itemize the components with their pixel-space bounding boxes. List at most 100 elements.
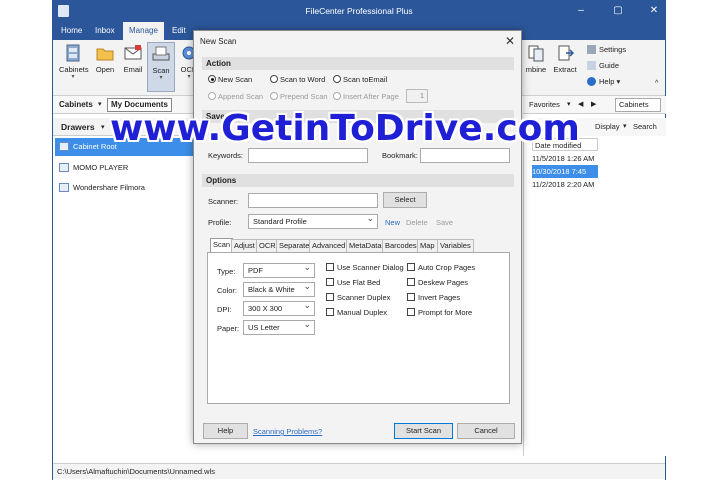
paper-select[interactable]: US Letter <box>243 318 315 335</box>
checkbox-icon <box>326 278 334 286</box>
collapse-ribbon-icon[interactable]: ^ <box>655 80 658 87</box>
chevron-down-icon: ▾ <box>159 75 163 81</box>
folder-icon <box>96 48 114 61</box>
profile-label: Profile: <box>208 218 232 227</box>
settings-icon <box>587 45 596 54</box>
chevron-down-icon[interactable]: ▾ <box>567 100 571 108</box>
cabinets-button[interactable]: Cabinets ▾ <box>59 42 89 92</box>
start-scan-button[interactable]: Start Scan <box>394 423 453 439</box>
profile-value: Standard Profile <box>253 217 307 226</box>
tab-home[interactable]: Home <box>55 22 88 40</box>
file-row-date[interactable]: 11/5/2018 1:26 AM <box>532 152 598 165</box>
color-select[interactable]: Black & White <box>243 280 315 297</box>
drawers-dropdown[interactable]: Drawers <box>61 122 95 132</box>
tab-variables[interactable]: Variables <box>437 239 474 252</box>
drawer-item[interactable]: Wondershare Filmora <box>55 179 199 197</box>
tab-metadata[interactable]: MetaData <box>346 239 385 252</box>
invert-pages-checkbox[interactable]: Invert Pages <box>407 293 460 303</box>
new-profile-link[interactable]: New <box>385 218 400 227</box>
guide-label: Guide <box>599 61 620 70</box>
tab-separate[interactable]: Separate <box>276 239 313 252</box>
file-row-date[interactable]: 11/2/2018 2:20 AM <box>532 178 598 191</box>
manual-duplex-checkbox[interactable]: Manual Duplex <box>326 308 387 318</box>
drawer-icon <box>59 183 69 192</box>
tab-edit[interactable]: Edit <box>166 22 192 40</box>
insert-after-page-label: Insert After Page <box>343 92 399 101</box>
radio-icon <box>333 75 341 83</box>
email-button[interactable]: Email <box>119 42 147 92</box>
scan-label: Scan <box>152 66 170 75</box>
drawer-label: Wondershare Filmora <box>73 183 145 192</box>
scanning-problems-link[interactable]: Scanning Problems? <box>253 427 322 436</box>
search-button[interactable]: Search <box>633 122 657 131</box>
guide-button[interactable]: Guide <box>587 61 619 70</box>
cabinets-select-value: Cabinets <box>619 100 649 109</box>
use-flat-bed-checkbox[interactable]: Use Flat Bed <box>326 278 380 288</box>
prepend-scan-radio[interactable]: Prepend Scan <box>270 92 328 102</box>
cancel-button[interactable]: Cancel <box>457 423 515 439</box>
close-icon[interactable]: ✕ <box>647 4 661 18</box>
tab-advanced[interactable]: Advanced <box>309 239 349 252</box>
combine-label: mbine <box>525 65 547 74</box>
drawer-item[interactable]: MOMO PLAYER <box>55 159 199 177</box>
checkbox-icon <box>326 308 334 316</box>
scan-to-word-radio[interactable]: Scan to Word <box>270 75 325 85</box>
insert-after-page-radio[interactable]: Insert After Page <box>333 92 399 102</box>
dialog-close-icon[interactable]: ✕ <box>505 34 515 48</box>
dpi-select[interactable]: 300 X 300 <box>243 299 315 316</box>
type-select[interactable]: PDF <box>243 261 315 278</box>
watermark-text: www.GetinToDrive.com <box>110 108 580 149</box>
checkbox-label: Invert Pages <box>418 293 461 302</box>
help-button[interactable]: Help <box>203 423 248 439</box>
display-dropdown[interactable]: Display <box>595 122 620 131</box>
radio-icon <box>270 75 278 83</box>
extract-button[interactable]: Extract <box>551 42 579 92</box>
minimize-icon[interactable]: – <box>574 4 588 18</box>
new-scan-dialog: New Scan ✕ Action New Scan Scan to Word … <box>193 30 522 444</box>
chevron-down-icon[interactable]: ▾ <box>101 123 105 131</box>
keywords-input[interactable] <box>248 148 368 163</box>
tab-barcodes[interactable]: Barcodes <box>382 239 420 252</box>
tab-inbox[interactable]: Inbox <box>89 22 121 40</box>
combine-button[interactable]: mbine <box>523 42 549 92</box>
tab-manage[interactable]: Manage <box>123 22 164 40</box>
profile-select[interactable]: Standard Profile <box>248 212 378 229</box>
bookmark-input[interactable] <box>420 148 510 163</box>
open-button[interactable]: Open <box>91 42 119 92</box>
deskew-pages-checkbox[interactable]: Deskew Pages <box>407 278 468 288</box>
tab-adjust[interactable]: Adjust <box>231 239 258 252</box>
cabinets-dropdown[interactable]: Cabinets <box>59 100 93 109</box>
forward-arrow-icon[interactable]: ▶ <box>591 100 596 108</box>
select-scanner-button[interactable]: Select <box>383 192 427 208</box>
append-scan-label: Append Scan <box>218 92 264 101</box>
scan-button[interactable]: Scan ▾ <box>147 42 175 92</box>
dpi-label: DPI: <box>217 305 232 314</box>
auto-crop-pages-checkbox[interactable]: Auto Crop Pages <box>407 263 475 273</box>
checkbox-icon <box>326 293 334 301</box>
cabinets-select[interactable]: Cabinets <box>615 98 661 112</box>
maximize-icon[interactable]: ▢ <box>611 4 625 18</box>
scanner-input[interactable] <box>248 193 378 208</box>
new-scan-radio[interactable]: New Scan <box>208 75 252 85</box>
scanner-duplex-checkbox[interactable]: Scanner Duplex <box>326 293 390 303</box>
file-row-date[interactable]: 10/30/2018 7:45 PM <box>532 165 598 189</box>
extract-icon <box>558 45 574 61</box>
save-profile-link[interactable]: Save <box>436 218 453 227</box>
delete-profile-link[interactable]: Delete <box>406 218 428 227</box>
tab-map[interactable]: Map <box>417 239 438 252</box>
prompt-for-more-checkbox[interactable]: Prompt for More <box>407 308 472 318</box>
help-menu-button[interactable]: Help ▾ <box>587 77 620 86</box>
scan-to-word-label: Scan to Word <box>280 75 326 84</box>
use-scanner-dialog-checkbox[interactable]: Use Scanner Dialog <box>326 263 404 273</box>
back-arrow-icon[interactable]: ◀ <box>578 100 583 108</box>
insert-page-stepper[interactable]: 1 <box>406 89 428 103</box>
settings-button[interactable]: Settings <box>587 45 626 54</box>
status-path: C:\Users\Almaftuchin\Documents\Unnamed.w… <box>57 467 215 476</box>
tab-scan[interactable]: Scan <box>210 238 234 252</box>
append-scan-radio[interactable]: Append Scan <box>208 92 263 102</box>
chevron-down-icon[interactable]: ▾ <box>98 100 102 108</box>
scan-to-email-radio[interactable]: Scan toEmail <box>333 75 387 85</box>
drawer-label: MOMO PLAYER <box>73 163 129 172</box>
chevron-down-icon[interactable]: ▾ <box>623 122 627 130</box>
prepend-scan-label: Prepend Scan <box>280 92 328 101</box>
